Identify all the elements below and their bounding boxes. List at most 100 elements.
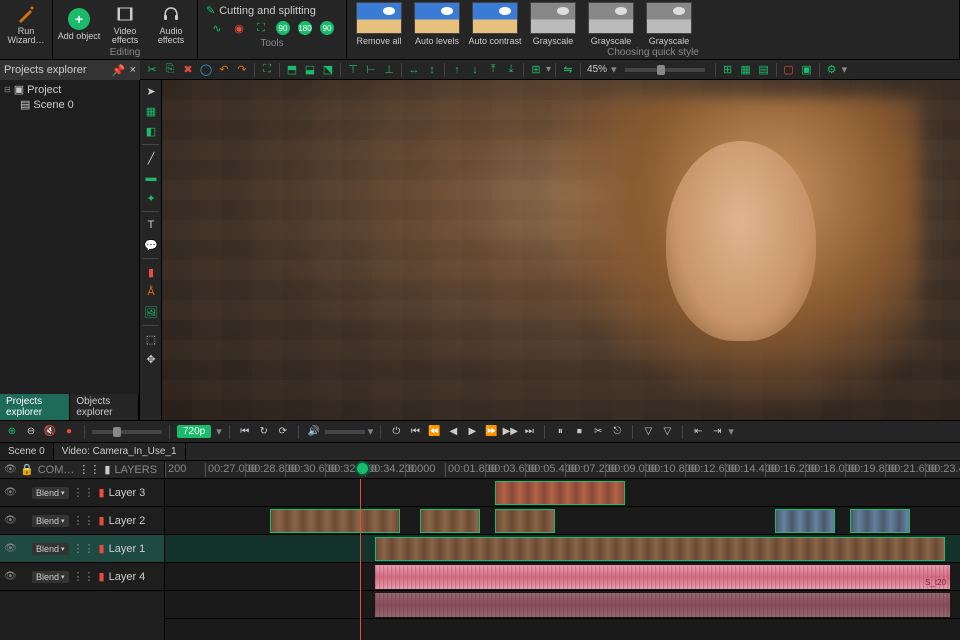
clip[interactable] (495, 481, 625, 505)
distribute-v-icon[interactable]: ↕ (424, 62, 440, 78)
refresh-icon[interactable]: ⟳ (275, 424, 291, 440)
marker-2-icon[interactable]: ▽ (659, 424, 675, 440)
audio-effects-button[interactable]: Audio effects (149, 2, 193, 46)
timeline-tracks[interactable]: S_t20 (165, 479, 960, 640)
cut-icon[interactable]: ✂ (144, 62, 160, 78)
clip[interactable] (495, 509, 555, 533)
track-header[interactable]: 👁Blend ▾⋮⋮▮Layer 2 (0, 507, 164, 535)
audio-icon[interactable]: ⋮⋮ (73, 514, 95, 527)
step-back-icon[interactable]: ⏪ (426, 424, 442, 440)
blend-dropdown[interactable]: Blend ▾ (32, 515, 69, 527)
comment-tool[interactable]: 💬 (142, 236, 160, 254)
zoom-value[interactable]: 45% (585, 64, 609, 75)
quick-style-item[interactable]: Remove all (351, 2, 407, 46)
move-tool[interactable]: ✥ (142, 350, 160, 368)
split-icon[interactable]: ⎋ (609, 424, 625, 440)
forward-icon[interactable]: ⏩ (483, 424, 499, 440)
align-right-icon[interactable]: ⬔ (320, 62, 336, 78)
tab-objects-explorer[interactable]: Objects explorer (70, 394, 139, 420)
quick-style-item[interactable]: Auto contrast (467, 2, 523, 46)
remove-track-icon[interactable]: ⊖ (23, 424, 39, 440)
expand-icon[interactable]: ⛶ (259, 62, 275, 78)
quick-style-item[interactable]: Auto levels (409, 2, 465, 46)
layer-down-icon[interactable]: ↓ (467, 62, 483, 78)
eye-icon[interactable]: 👁 (4, 464, 16, 475)
zoom-slider[interactable] (625, 68, 705, 72)
audio-icon[interactable]: ⋮⋮ (73, 570, 95, 583)
track-layer-2[interactable] (165, 507, 960, 535)
clip-selected[interactable] (375, 537, 945, 561)
blend-dropdown[interactable]: Blend ▾ (32, 571, 69, 583)
text-tool[interactable]: T (142, 216, 160, 234)
clip[interactable] (420, 509, 480, 533)
view-2-icon[interactable]: ▤ (756, 62, 772, 78)
volume-icon[interactable]: 🔊 (306, 424, 322, 440)
run-wizard-button[interactable]: Run Wizard… (4, 2, 48, 46)
add-object-button[interactable]: + Add object (57, 2, 101, 46)
col-com[interactable]: COM… (38, 464, 75, 476)
cut-clip-icon[interactable]: ✂ (590, 424, 606, 440)
rotate-left-icon[interactable]: 90 (274, 19, 292, 37)
target-icon[interactable]: ◉ (230, 19, 248, 37)
lock-icon[interactable]: 🔒 (20, 463, 34, 476)
align-center-h-icon[interactable]: ⬓ (302, 62, 318, 78)
bars-icon[interactable]: ▮ (99, 486, 105, 499)
rotate-180-icon[interactable]: 180 (296, 19, 314, 37)
track-header[interactable]: 👁Blend ▾⋮⋮▮Layer 3 (0, 479, 164, 507)
clip[interactable] (270, 509, 400, 533)
loop-icon[interactable]: ↻ (256, 424, 272, 440)
eye-icon[interactable]: 👁 (4, 487, 16, 498)
align-left-icon[interactable]: ⬒ (284, 62, 300, 78)
layer-back-icon[interactable]: ⤓ (503, 62, 519, 78)
quick-style-item[interactable]: Grayscale (525, 2, 581, 46)
bounds-icon[interactable]: ▢ (781, 62, 797, 78)
video-effects-button[interactable]: Video effects (103, 2, 147, 46)
quick-style-item[interactable]: Grayscale (641, 2, 697, 46)
track-layer-1[interactable] (165, 535, 960, 563)
preview-canvas[interactable] (162, 80, 960, 420)
pause-icon[interactable]: ⏸ (552, 424, 568, 440)
align-middle-icon[interactable]: ⊢ (363, 62, 379, 78)
clip[interactable] (850, 509, 910, 533)
quick-style-item[interactable]: Grayscale (583, 2, 639, 46)
track-header[interactable]: 👁Blend ▾⋮⋮▮Layer 1 (0, 535, 164, 563)
bars-icon[interactable]: ▮ (104, 463, 110, 476)
stop-icon[interactable]: ⏹ (571, 424, 587, 440)
eye-icon[interactable]: 👁 (4, 571, 16, 582)
delete-icon[interactable]: ✖ (180, 62, 196, 78)
pointer-tool[interactable]: ➤ (142, 82, 160, 100)
resolution-chip[interactable]: 720p (177, 425, 211, 438)
bars-icon[interactable]: ▮ (99, 570, 105, 583)
mirror-icon[interactable]: ⇋ (560, 62, 576, 78)
undo-icon[interactable]: ↶ (216, 62, 232, 78)
track-zoom-slider[interactable] (92, 430, 162, 434)
tab-video-clip[interactable]: Video: Camera_In_Use_1 (54, 443, 186, 460)
audio-icon[interactable]: ⋮⋮ (73, 486, 95, 499)
settings-icon[interactable]: ⚙ (824, 62, 840, 78)
tree-project[interactable]: ⊟ ▣ Project (4, 82, 135, 97)
crop-icon[interactable]: ⛶ (252, 19, 270, 37)
add-track-icon[interactable]: ⊕ (4, 424, 20, 440)
bars-icon[interactable]: ▮ (99, 514, 105, 527)
goto-end-icon[interactable]: ⇥ (709, 424, 725, 440)
blob-tool[interactable]: ✦ (142, 189, 160, 207)
tab-projects-explorer[interactable]: Projects explorer (0, 394, 70, 420)
record-icon[interactable]: ● (61, 424, 77, 440)
audio-icon[interactable]: ⋮⋮ (73, 542, 95, 555)
audio-waveform[interactable]: S_t20 (375, 565, 950, 589)
layer-front-icon[interactable]: ⤒ (485, 62, 501, 78)
layer-up-icon[interactable]: ↑ (449, 62, 465, 78)
safe-icon[interactable]: ▣ (799, 62, 815, 78)
eye-icon[interactable]: 👁 (4, 543, 16, 554)
view-1-icon[interactable]: ▦ (738, 62, 754, 78)
audio-waveform-2[interactable] (375, 593, 950, 617)
first-icon[interactable]: ⏮ (407, 424, 423, 440)
transform-tool[interactable]: ▦ (142, 102, 160, 120)
blend-dropdown[interactable]: Blend ▾ (32, 487, 69, 499)
last-icon[interactable]: ⏭ (521, 424, 537, 440)
goto-start-icon[interactable]: ⇤ (690, 424, 706, 440)
copy-icon[interactable]: ⎘ (162, 62, 178, 78)
playhead[interactable] (360, 479, 361, 640)
mute-icon[interactable]: 🔇 (42, 424, 58, 440)
bucket-tool[interactable]: ⬚ (142, 330, 160, 348)
